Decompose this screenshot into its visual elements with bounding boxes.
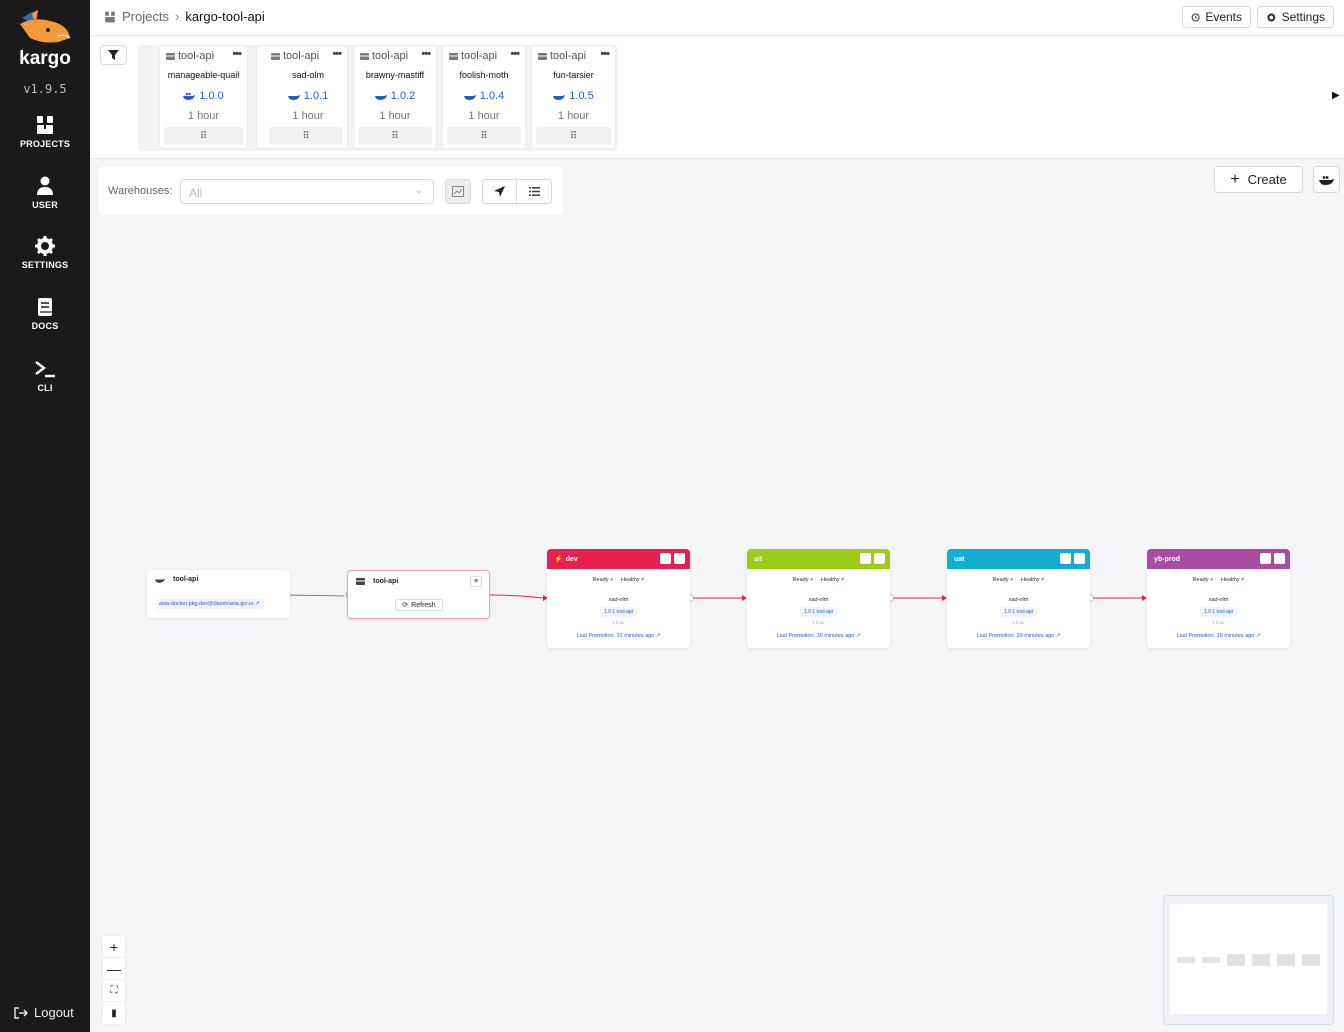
ready-label: Ready [992,577,1009,583]
stage-freight-age: 1 hour [1212,620,1225,625]
warehouse-node-name: tool-api [373,577,399,585]
ready-dot-icon: ● [810,577,814,583]
warehouse-node[interactable]: tool-api ≡ ⟳ Refresh [347,570,490,619]
map-icon[interactable]: ▮ [103,1002,125,1024]
stage-status: Ready ● Healthy ♥ [547,577,690,583]
image-node[interactable]: tool-api asia-docker.pkg.dev/jh9asm/asia… [147,570,290,618]
stage-freight: sad-olm [1008,597,1029,603]
stage-freight-tag: 1.0.1 tool-api [1199,607,1238,617]
stage-node-yb-prod[interactable]: yb-prod Ready ● Healthy ♥ sad-olm 1.0.1 … [1147,549,1290,648]
zoom-in-icon[interactable]: + [103,936,125,958]
stage-name: dev [565,555,578,563]
stage-node-dev[interactable]: ⚡ dev Ready ● Healthy ♥ sad-olm 1.0.1 too… [547,549,690,648]
stage-header: sit [747,549,890,569]
stage-freight: sad-olm [608,597,629,603]
ready-label: Ready [1192,577,1209,583]
healthy-label: Healthy [620,577,640,583]
refresh-label: Refresh [411,601,436,609]
refresh-icon: ⟳ [402,602,409,609]
stage-name: yb-prod [1154,555,1181,563]
last-promotion-label: Last Promotion: 29 minutes ago [976,633,1055,639]
stage-name: sit [754,555,763,563]
external-link-icon: ↗ [255,601,260,607]
last-promotion-link[interactable]: Last Promotion: 30 minutes ago ↗ [747,633,890,639]
menu-icon[interactable] [874,553,885,564]
last-promotion-label: Last Promotion: 30 minutes ago [776,633,855,639]
minimap[interactable] [1163,895,1334,1025]
stage-status: Ready ● Healthy ♥ [747,577,890,583]
refresh-button[interactable]: ⟳ Refresh [395,599,443,611]
heart-icon: ♥ [1241,577,1245,583]
last-promotion-label: Last Promotion: 28 minutes ago [1176,633,1255,639]
stage-status: Ready ● Healthy ♥ [947,577,1090,583]
graph-edges [289,590,1147,602]
stage-name: uat [954,555,965,563]
stage-node-uat[interactable]: uat Ready ● Healthy ♥ sad-olm 1.0.1 tool… [947,549,1090,648]
healthy-label: Healthy [820,577,840,583]
stage-node-sit[interactable]: sit Ready ● Healthy ♥ sad-olm 1.0.1 tool… [747,549,890,648]
stage-freight-age: 1 hour [812,620,825,625]
heart-icon: ♥ [1041,577,1045,583]
external-link-icon: ↗ [1255,633,1261,639]
stage-header: uat [947,549,1090,569]
ready-dot-icon: ● [1010,577,1014,583]
stage-status: Ready ● Healthy ♥ [1147,577,1290,583]
menu-icon[interactable]: ≡ [470,576,482,587]
stage-freight-age: 1 hour [1012,620,1025,625]
healthy-label: Healthy [1220,577,1240,583]
menu-icon[interactable] [1274,553,1285,564]
heart-icon: ♥ [841,577,845,583]
zoom-out-icon[interactable]: — [103,958,125,980]
promote-icon[interactable] [1260,553,1271,564]
minimap-viewport [1170,904,1327,1014]
ready-label: Ready [592,577,609,583]
menu-icon[interactable] [674,553,685,564]
stage-header: ⚡ dev [547,549,690,569]
warehouse-icon [356,578,365,585]
stage-freight-age: 1 hour [612,620,625,625]
stage-freight-tag: 1.0.1 tool-api [599,607,638,617]
last-promotion-link[interactable]: Last Promotion: 28 minutes ago ↗ [1147,633,1290,639]
promote-icon[interactable] [1060,553,1071,564]
external-link-icon: ↗ [655,633,661,639]
stage-freight-tag: 1.0.1 tool-api [999,607,1038,617]
docker-icon [155,578,165,583]
image-repo-label: asia-docker.pkg.dev/jh9asm/asia.gcr.io [159,601,254,607]
ready-dot-icon: ● [610,577,614,583]
image-repo-link[interactable]: asia-docker.pkg.dev/jh9asm/asia.gcr.io ↗ [155,599,264,609]
stage-freight: sad-olm [1208,597,1229,603]
last-promotion-link[interactable]: Last Promotion: 31 minutes ago ↗ [547,633,690,639]
bolt-icon: ⚡ [554,556,563,563]
last-promotion-label: Last Promotion: 31 minutes ago [576,633,655,639]
external-link-icon: ↗ [1055,633,1061,639]
ready-dot-icon: ● [1210,577,1214,583]
heart-icon: ♥ [641,577,645,583]
image-node-name: tool-api [173,576,199,583]
zoom-controls: + — ⛶ ▮ [102,935,126,1025]
stage-freight-tag: 1.0.1 tool-api [799,607,838,617]
stage-freight: sad-olm [808,597,829,603]
external-link-icon: ↗ [855,633,861,639]
stage-header: yb-prod [1147,549,1290,569]
minimap-nodes [1177,954,1320,966]
promote-icon[interactable] [860,553,871,564]
healthy-label: Healthy [1020,577,1040,583]
fit-view-icon[interactable]: ⛶ [103,980,125,1002]
menu-icon[interactable] [1074,553,1085,564]
last-promotion-link[interactable]: Last Promotion: 29 minutes ago ↗ [947,633,1090,639]
promote-icon[interactable] [660,553,671,564]
ready-label: Ready [792,577,809,583]
